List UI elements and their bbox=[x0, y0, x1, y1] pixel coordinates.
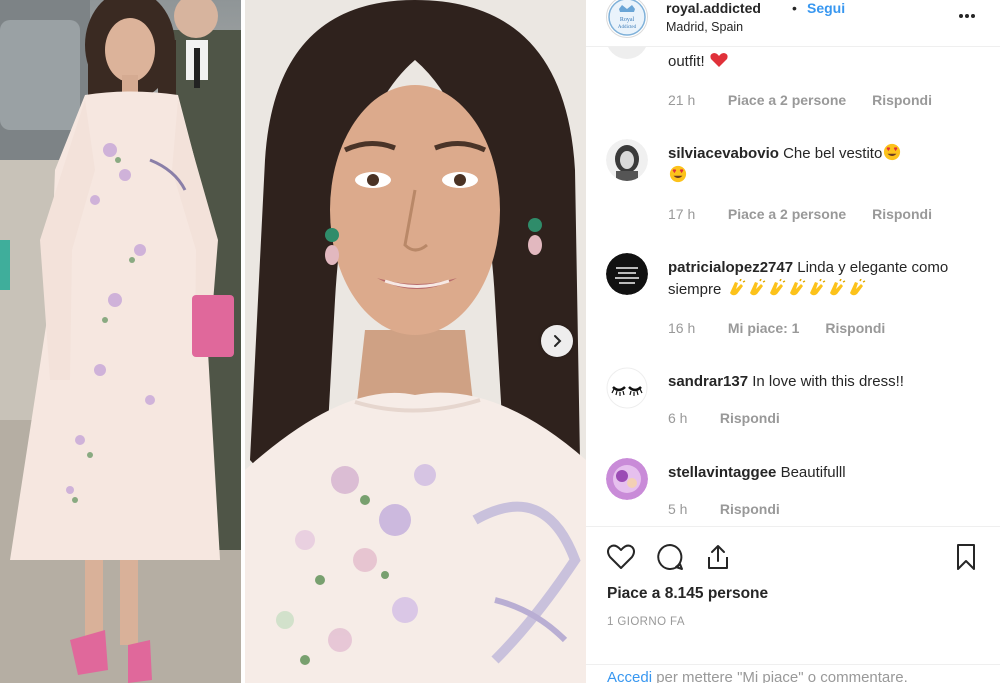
comment-body: outfit! bbox=[668, 53, 705, 70]
comment-body: In love with this dress!! bbox=[752, 373, 904, 390]
post-date[interactable]: 1 GIORNO FA bbox=[607, 616, 685, 628]
login-prompt: Accedi per mettere "Mi piace" o commenta… bbox=[607, 669, 908, 683]
comment-time[interactable]: 17 h bbox=[668, 206, 724, 222]
comment-item: sandrar137 In love with this dress!! 6 h… bbox=[586, 367, 1000, 437]
clapping-hands-emoji-icon bbox=[749, 279, 765, 296]
comment-username[interactable]: patricialopez2747 bbox=[668, 259, 793, 276]
header-separator: • bbox=[792, 0, 797, 16]
divider bbox=[586, 664, 1000, 665]
commenter-avatar[interactable] bbox=[606, 253, 648, 295]
login-prompt-text: per mettere "Mi piace" o commentare. bbox=[652, 669, 908, 683]
comment-item: patricialopez2747 Linda y elegante como … bbox=[586, 253, 1000, 348]
comment-meta: 21 h Piace a 2 persone Rispondi bbox=[668, 92, 954, 108]
comment-time[interactable]: 16 h bbox=[668, 320, 724, 336]
likes-count[interactable]: Piace a 8.145 persone bbox=[607, 585, 768, 603]
comment-text: silviacevabovio Che bel vestito bbox=[668, 143, 968, 187]
commenter-avatar[interactable] bbox=[606, 139, 648, 181]
comment-meta: 16 h Mi piace: 1 Rispondi bbox=[668, 320, 907, 336]
post-location[interactable]: Madrid, Spain bbox=[666, 20, 743, 34]
comment-text: sandrar137 In love with this dress!! bbox=[668, 371, 968, 393]
clapping-hands-emoji-icon bbox=[769, 279, 785, 296]
follow-button[interactable]: Segui bbox=[807, 0, 845, 16]
reply-button[interactable]: Rispondi bbox=[720, 410, 780, 426]
post-side-panel: Royal Addicted royal.addicted • Segui Ma… bbox=[586, 0, 1000, 683]
commenter-avatar[interactable] bbox=[606, 47, 648, 59]
avatar-photo bbox=[606, 253, 648, 295]
clapping-hands-emoji-icon bbox=[849, 279, 865, 296]
comment-item: outfit! 21 h Piace a 2 persone Rispondi bbox=[586, 47, 1000, 127]
comment-likes-link[interactable]: Piace a 2 persone bbox=[728, 206, 846, 222]
clapping-hands-emoji-row bbox=[726, 279, 866, 298]
comment-body: Che bel vestito bbox=[783, 145, 883, 162]
clapping-hands-emoji-icon bbox=[789, 279, 805, 296]
heart-emoji-icon bbox=[710, 53, 728, 67]
avatar-photo bbox=[606, 139, 648, 181]
comment-icon[interactable] bbox=[655, 542, 685, 572]
post-header: Royal Addicted royal.addicted • Segui Ma… bbox=[586, 0, 1000, 46]
comment-likes-link[interactable]: Piace a 2 persone bbox=[728, 92, 846, 108]
comment-meta: 5 h Rispondi bbox=[668, 501, 802, 517]
comment-text: patricialopez2747 Linda y elegante como … bbox=[668, 257, 963, 301]
chevron-right-icon bbox=[554, 335, 562, 347]
comment-username[interactable]: sandrar137 bbox=[668, 373, 748, 390]
share-icon[interactable] bbox=[703, 542, 733, 572]
full-length-photo bbox=[0, 0, 241, 683]
comment-username[interactable]: stellavintaggee bbox=[668, 464, 776, 481]
reply-button[interactable]: Rispondi bbox=[872, 92, 932, 108]
comment-text: stellavintaggee Beautifulll bbox=[668, 462, 968, 484]
bookmark-icon[interactable] bbox=[951, 542, 981, 572]
comment-time[interactable]: 21 h bbox=[668, 92, 724, 108]
comments-list[interactable]: outfit! 21 h Piace a 2 persone Rispondi bbox=[586, 46, 1000, 526]
post-photo-carousel[interactable] bbox=[0, 0, 586, 683]
heart-icon[interactable] bbox=[606, 542, 636, 572]
comment-meta: 17 h Piace a 2 persone Rispondi bbox=[668, 206, 954, 222]
comment-meta: 6 h Rispondi bbox=[668, 410, 802, 426]
heart-eyes-emoji-icon bbox=[669, 165, 687, 183]
royal-addicted-logo: Royal Addicted bbox=[608, 0, 646, 36]
reply-button[interactable]: Rispondi bbox=[872, 206, 932, 222]
reply-button[interactable]: Rispondi bbox=[720, 501, 780, 517]
commenter-avatar[interactable] bbox=[606, 367, 648, 409]
svg-text:Royal: Royal bbox=[620, 17, 635, 23]
comment-item: stellavintaggee Beautifulll 5 h Rispondi bbox=[586, 458, 1000, 526]
post-actions: Piace a 8.145 persone 1 GIORNO FA Accedi… bbox=[586, 526, 1000, 683]
clapping-hands-emoji-icon bbox=[729, 279, 745, 296]
heart-eyes-emoji-icon bbox=[884, 143, 901, 161]
login-link[interactable]: Accedi bbox=[607, 669, 652, 683]
comment-time[interactable]: 6 h bbox=[668, 410, 716, 426]
svg-text:Addicted: Addicted bbox=[618, 25, 637, 30]
profile-username[interactable]: royal.addicted bbox=[666, 0, 761, 16]
comment-likes-link[interactable]: Mi piace: 1 bbox=[728, 320, 800, 336]
clapping-hands-emoji-icon bbox=[809, 279, 825, 296]
commenter-avatar[interactable] bbox=[606, 458, 648, 500]
reply-button[interactable]: Rispondi bbox=[825, 320, 885, 336]
profile-avatar[interactable]: Royal Addicted bbox=[606, 0, 648, 38]
portrait-photo bbox=[245, 0, 586, 683]
avatar-photo bbox=[606, 458, 648, 500]
next-photo-button[interactable] bbox=[541, 325, 573, 357]
more-options-icon[interactable] bbox=[957, 6, 977, 26]
comment-username[interactable]: silviacevabovio bbox=[668, 145, 779, 162]
comment-text: outfit! bbox=[668, 51, 968, 73]
comment-time[interactable]: 5 h bbox=[668, 501, 716, 517]
clapping-hands-emoji-icon bbox=[829, 279, 845, 296]
comment-body: Beautifulll bbox=[780, 464, 846, 481]
comment-item: silviacevabovio Che bel vestito 17 h Pia… bbox=[586, 139, 1000, 229]
avatar-photo bbox=[606, 367, 648, 409]
